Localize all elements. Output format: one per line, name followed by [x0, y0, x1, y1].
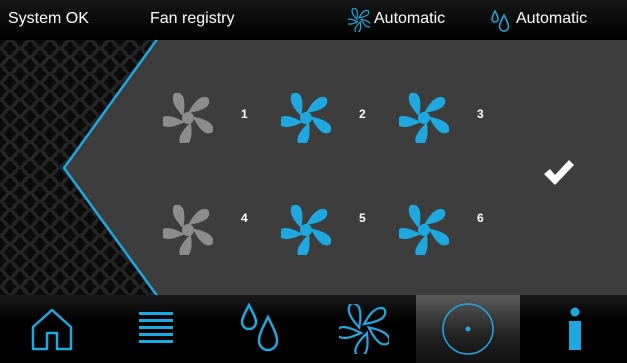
- menu-list-icon: [139, 312, 173, 343]
- fan-4-number: 4: [241, 211, 248, 225]
- fan-6-number: 6: [477, 211, 484, 225]
- humidity-mode-label: Automatic: [516, 10, 588, 27]
- fan-3-number: 3: [477, 107, 484, 121]
- fan-4-icon[interactable]: [163, 205, 213, 255]
- fan-1-number: 1: [241, 107, 248, 121]
- system-status: System OK: [8, 10, 89, 27]
- nav-humidity-button[interactable]: [208, 295, 312, 363]
- chevron-panel-shape: [62, 40, 627, 295]
- fan-2-number: 2: [359, 107, 366, 121]
- fan-icon: [339, 304, 389, 354]
- fan-2-icon[interactable]: [281, 93, 331, 143]
- info-icon: [569, 307, 581, 350]
- fan-registry-panel: 1 2 3 4 5 6: [0, 40, 627, 295]
- fan-6-icon[interactable]: [399, 205, 449, 255]
- screen-title: Fan registry: [150, 10, 235, 27]
- nav-info-button[interactable]: [523, 295, 627, 363]
- circle-dot-icon: [442, 303, 494, 355]
- confirm-check-icon[interactable]: [540, 157, 576, 187]
- bottom-nav: [0, 295, 627, 363]
- nav-home-button[interactable]: [0, 295, 104, 363]
- status-bar: System OK Fan registry Automatic Automat…: [0, 0, 627, 40]
- nav-list-button[interactable]: [104, 295, 208, 363]
- water-drops-icon: [490, 8, 512, 32]
- fan-3-icon[interactable]: [399, 93, 449, 143]
- fan-mode-label: Automatic: [374, 10, 446, 27]
- water-drops-icon: [240, 303, 279, 352]
- home-icon: [31, 308, 73, 351]
- nav-circle-button[interactable]: [416, 295, 520, 363]
- fan-5-icon[interactable]: [281, 205, 331, 255]
- nav-fan-button[interactable]: [312, 295, 416, 363]
- fan-5-number: 5: [359, 211, 366, 225]
- fan-mode-icon: [345, 7, 372, 34]
- fan-1-icon[interactable]: [163, 93, 213, 143]
